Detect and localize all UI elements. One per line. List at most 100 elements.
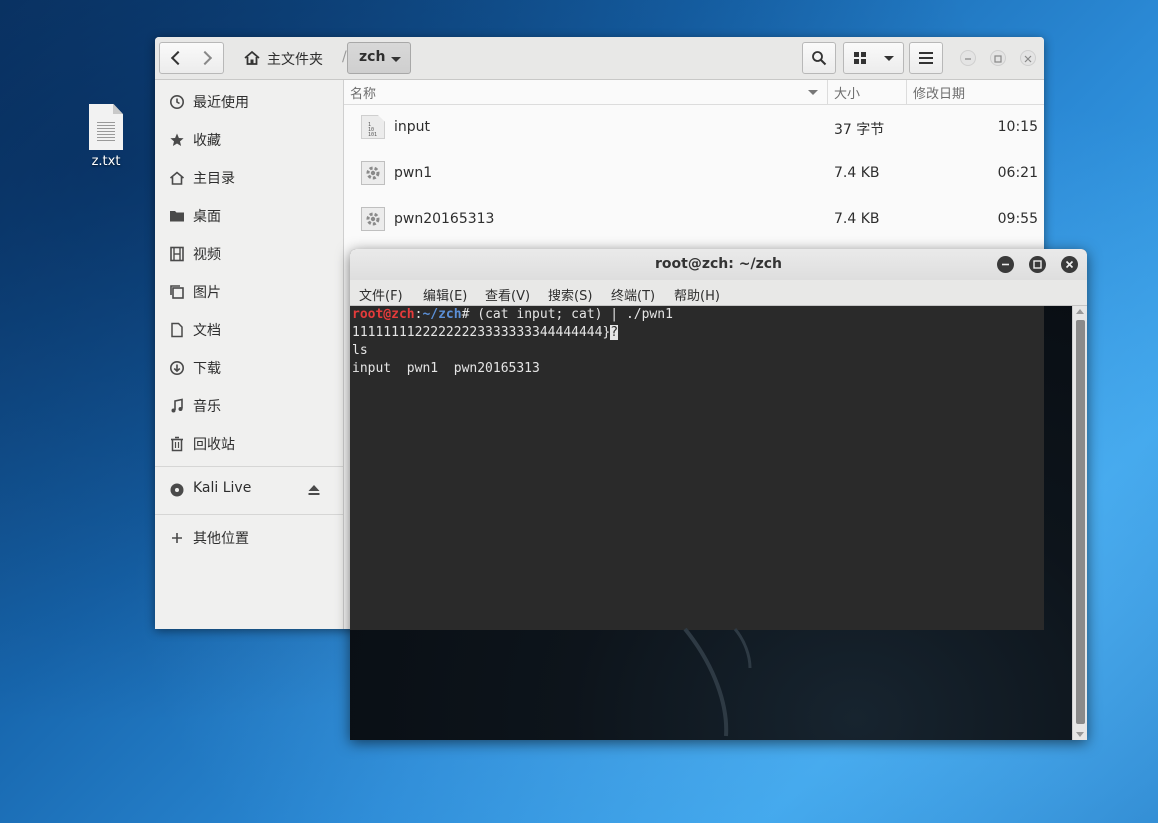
- binary-file-icon: 1 10 101: [361, 115, 385, 139]
- breadcrumb-separator: /: [342, 49, 347, 65]
- desktop-file-z-txt[interactable]: z.txt: [80, 104, 132, 169]
- home-icon: [244, 50, 260, 65]
- terminal-output-area[interactable]: root@zch:~/zch# (cat input; cat) | ./pwn…: [350, 306, 1072, 740]
- sidebar-divider: [155, 514, 343, 515]
- sidebar-item-label: 收藏: [193, 133, 221, 149]
- home-icon: [169, 170, 185, 186]
- sidebar-item-documents[interactable]: 文档: [155, 312, 343, 348]
- forward-button[interactable]: [191, 42, 224, 74]
- file-row-input[interactable]: 1 10 101 input 37 字节 10:15: [344, 105, 1044, 151]
- sidebar-item-label: 下载: [193, 361, 221, 377]
- menu-view[interactable]: 查看(V): [485, 285, 530, 304]
- search-icon: [812, 51, 827, 66]
- minimize-icon: [965, 58, 971, 60]
- sidebar-item-label: 图片: [193, 285, 221, 301]
- sidebar-item-desktop[interactable]: 桌面: [155, 198, 343, 234]
- executable-icon: [361, 207, 385, 231]
- column-header-name[interactable]: 名称: [344, 80, 826, 104]
- typed-command-ls: ls: [352, 343, 368, 358]
- terminal-titlebar[interactable]: root@zch: ~/zch: [350, 249, 1087, 280]
- close-icon: [1024, 55, 1032, 63]
- unprintable-glyph: ?: [610, 325, 619, 340]
- file-size: 7.4 KB: [834, 211, 880, 227]
- sidebar-item-label: 回收站: [193, 437, 235, 453]
- menu-file[interactable]: 文件(F): [359, 285, 403, 304]
- main-menu-button[interactable]: [909, 42, 943, 74]
- clock-icon: [169, 94, 185, 110]
- close-button[interactable]: [1020, 50, 1036, 66]
- maximize-button[interactable]: [990, 50, 1006, 66]
- chevron-right-icon: [197, 50, 213, 66]
- image-icon: [169, 284, 185, 300]
- terminal-close-button[interactable]: [1061, 256, 1078, 273]
- chevron-down-icon: [391, 57, 401, 62]
- column-header-modified[interactable]: 修改日期: [906, 80, 1044, 104]
- sidebar-item-trash[interactable]: 回收站: [155, 426, 343, 462]
- scroll-down-arrow-icon[interactable]: [1076, 732, 1084, 737]
- menu-terminal[interactable]: 终端(T): [611, 285, 655, 304]
- sidebar-item-label: 最近使用: [193, 95, 249, 111]
- terminal-minimize-button[interactable]: [997, 256, 1014, 273]
- scroll-up-arrow-icon[interactable]: [1076, 309, 1084, 314]
- minimize-button[interactable]: [960, 50, 976, 66]
- breadcrumb-home-label: 主文件夹: [267, 52, 323, 68]
- chevron-left-icon: [170, 50, 186, 66]
- column-header-label: 大小: [834, 87, 861, 102]
- file-name: input: [394, 119, 431, 135]
- sidebar-item-label: 文档: [193, 323, 221, 339]
- scroll-thumb[interactable]: [1076, 320, 1085, 724]
- sidebar-item-kali-live[interactable]: Kali Live: [155, 472, 343, 508]
- file-size: 37 字节: [834, 122, 885, 138]
- sidebar-divider: [155, 466, 343, 467]
- disc-icon: [169, 482, 185, 498]
- column-header-size[interactable]: 大小: [827, 80, 906, 104]
- back-button[interactable]: [159, 42, 192, 74]
- maximize-icon: [1033, 260, 1042, 269]
- sidebar-item-starred[interactable]: 收藏: [155, 122, 343, 158]
- terminal-maximize-button[interactable]: [1029, 256, 1046, 273]
- folder-icon: [169, 208, 185, 224]
- ls-output: input pwn1 pwn20165313: [352, 361, 540, 376]
- file-modified: 10:15: [997, 119, 1038, 135]
- prompt-path: ~/zch: [422, 307, 462, 322]
- view-mode-button[interactable]: [843, 42, 904, 74]
- sidebar-item-downloads[interactable]: 下载: [155, 350, 343, 386]
- sidebar-item-recent[interactable]: 最近使用: [155, 84, 343, 120]
- sidebar-item-label: 其他位置: [193, 531, 249, 547]
- menu-edit[interactable]: 编辑(E): [423, 285, 467, 304]
- download-icon: [169, 360, 185, 376]
- sidebar-item-home[interactable]: 主目录: [155, 160, 343, 196]
- file-row-pwn1[interactable]: pwn1 7.4 KB 06:21: [344, 151, 1044, 197]
- column-header-label: 名称: [350, 87, 377, 102]
- terminal-window: root@zch: ~/zch 文件(F) 编辑(E) 查看(V) 搜索(S) …: [350, 249, 1087, 740]
- menu-help[interactable]: 帮助(H): [674, 285, 720, 304]
- terminal-text: root@zch:~/zch# (cat input; cat) | ./pwn…: [352, 306, 673, 378]
- sidebar-item-pictures[interactable]: 图片: [155, 274, 343, 310]
- executable-icon: [361, 161, 385, 185]
- sort-descending-icon: [808, 90, 818, 95]
- file-modified: 06:21: [997, 165, 1038, 181]
- file-name: pwn1: [394, 165, 433, 181]
- eject-icon[interactable]: [307, 482, 321, 496]
- breadcrumb-current-label: zch: [359, 49, 386, 65]
- output-line: 11111111222222223333333344444444}: [352, 325, 611, 340]
- search-button[interactable]: [802, 42, 836, 74]
- close-icon: [1065, 260, 1074, 269]
- sidebar-item-label: Kali Live: [193, 480, 252, 496]
- sidebar-item-videos[interactable]: 视频: [155, 236, 343, 272]
- trash-icon: [169, 436, 185, 452]
- menu-search[interactable]: 搜索(S): [548, 285, 592, 304]
- sidebar-item-label: 主目录: [193, 171, 235, 187]
- file-row-pwn20165313[interactable]: pwn20165313 7.4 KB 09:55: [344, 197, 1044, 243]
- breadcrumb-current-folder[interactable]: zch: [347, 42, 411, 74]
- music-icon: [169, 398, 185, 414]
- terminal-menubar: 文件(F) 编辑(E) 查看(V) 搜索(S) 终端(T) 帮助(H): [350, 280, 1087, 306]
- file-modified: 09:55: [997, 211, 1038, 227]
- plus-icon: [169, 530, 185, 546]
- terminal-scrollbar[interactable]: [1072, 306, 1087, 740]
- sidebar-item-music[interactable]: 音乐: [155, 388, 343, 424]
- terminal-title: root@zch: ~/zch: [655, 256, 782, 272]
- document-icon: [169, 322, 185, 338]
- minimize-icon: [1002, 263, 1009, 266]
- sidebar-item-other-locations[interactable]: 其他位置: [155, 520, 343, 556]
